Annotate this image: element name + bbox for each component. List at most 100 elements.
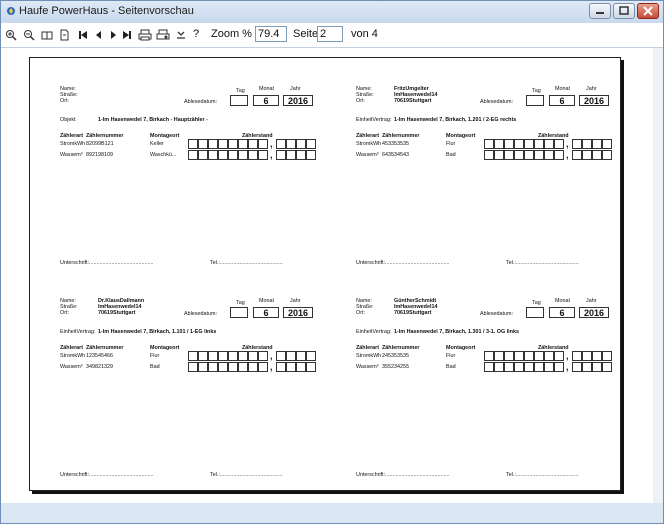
year-box[interactable]: 2016 bbox=[579, 307, 609, 318]
month-box[interactable]: 6 bbox=[253, 95, 279, 106]
zoom-input[interactable]: 79.4 bbox=[255, 26, 287, 42]
decimal-digit-box[interactable] bbox=[582, 362, 592, 372]
title-bar[interactable]: Haufe PowerHaus - Seitenvorschau bbox=[1, 1, 663, 23]
digit-box[interactable] bbox=[504, 150, 514, 160]
decimal-digit-box[interactable] bbox=[602, 351, 612, 361]
day-box[interactable] bbox=[230, 95, 248, 106]
digit-box[interactable] bbox=[228, 139, 238, 149]
digit-box[interactable] bbox=[188, 139, 198, 149]
digit-box[interactable] bbox=[228, 351, 238, 361]
decimal-digit-box[interactable] bbox=[276, 362, 286, 372]
decimal-digit-box[interactable] bbox=[296, 139, 306, 149]
decimal-digit-box[interactable] bbox=[592, 362, 602, 372]
digit-box[interactable] bbox=[504, 351, 514, 361]
maximize-button[interactable] bbox=[613, 3, 635, 19]
decimal-digit-box[interactable] bbox=[582, 351, 592, 361]
decimal-digit-box[interactable] bbox=[306, 150, 316, 160]
decimal-digit-box[interactable] bbox=[572, 351, 582, 361]
decimal-digit-box[interactable] bbox=[306, 139, 316, 149]
digit-box[interactable] bbox=[544, 362, 554, 372]
last-page-button[interactable] bbox=[121, 27, 133, 43]
digit-box[interactable] bbox=[248, 351, 258, 361]
digit-box[interactable] bbox=[524, 150, 534, 160]
digit-box[interactable] bbox=[494, 351, 504, 361]
first-page-button[interactable] bbox=[77, 27, 89, 43]
digit-box[interactable] bbox=[554, 362, 564, 372]
digit-box[interactable] bbox=[188, 150, 198, 160]
decimal-digit-box[interactable] bbox=[296, 362, 306, 372]
digit-box[interactable] bbox=[504, 362, 514, 372]
digit-box[interactable] bbox=[534, 139, 544, 149]
decimal-digit-box[interactable] bbox=[296, 150, 306, 160]
day-box[interactable] bbox=[526, 307, 544, 318]
digit-box[interactable] bbox=[208, 150, 218, 160]
digit-box[interactable] bbox=[544, 139, 554, 149]
digit-box[interactable] bbox=[248, 362, 258, 372]
decimal-digit-box[interactable] bbox=[276, 150, 286, 160]
close-button[interactable] bbox=[637, 3, 659, 19]
export-button[interactable] bbox=[175, 27, 187, 43]
decimal-digit-box[interactable] bbox=[286, 139, 296, 149]
minimize-button[interactable] bbox=[589, 3, 611, 19]
digit-box[interactable] bbox=[484, 150, 494, 160]
digit-box[interactable] bbox=[494, 139, 504, 149]
two-pages-button[interactable] bbox=[41, 27, 53, 43]
digit-box[interactable] bbox=[534, 351, 544, 361]
decimal-digit-box[interactable] bbox=[572, 139, 582, 149]
decimal-digit-box[interactable] bbox=[572, 362, 582, 372]
decimal-digit-box[interactable] bbox=[306, 362, 316, 372]
digit-box[interactable] bbox=[494, 362, 504, 372]
decimal-digit-box[interactable] bbox=[582, 139, 592, 149]
month-box[interactable]: 6 bbox=[253, 307, 279, 318]
digit-box[interactable] bbox=[514, 139, 524, 149]
page-input[interactable]: 2 bbox=[317, 26, 343, 42]
digit-box[interactable] bbox=[524, 362, 534, 372]
decimal-digit-box[interactable] bbox=[592, 139, 602, 149]
digit-box[interactable] bbox=[494, 150, 504, 160]
digit-box[interactable] bbox=[544, 351, 554, 361]
digit-box[interactable] bbox=[208, 139, 218, 149]
digit-box[interactable] bbox=[188, 351, 198, 361]
next-page-button[interactable] bbox=[107, 27, 119, 43]
digit-box[interactable] bbox=[198, 351, 208, 361]
digit-box[interactable] bbox=[544, 150, 554, 160]
decimal-digit-box[interactable] bbox=[602, 362, 612, 372]
digit-box[interactable] bbox=[188, 362, 198, 372]
digit-box[interactable] bbox=[218, 139, 228, 149]
digit-box[interactable] bbox=[534, 150, 544, 160]
decimal-digit-box[interactable] bbox=[286, 351, 296, 361]
single-page-button[interactable] bbox=[58, 27, 70, 43]
prev-page-button[interactable] bbox=[93, 27, 105, 43]
digit-box[interactable] bbox=[514, 150, 524, 160]
digit-box[interactable] bbox=[534, 362, 544, 372]
digit-box[interactable] bbox=[484, 362, 494, 372]
digit-box[interactable] bbox=[504, 139, 514, 149]
digit-box[interactable] bbox=[524, 351, 534, 361]
digit-box[interactable] bbox=[514, 362, 524, 372]
year-box[interactable]: 2016 bbox=[283, 307, 313, 318]
digit-box[interactable] bbox=[228, 150, 238, 160]
decimal-digit-box[interactable] bbox=[276, 351, 286, 361]
digit-box[interactable] bbox=[484, 139, 494, 149]
digit-box[interactable] bbox=[238, 351, 248, 361]
digit-box[interactable] bbox=[218, 362, 228, 372]
decimal-digit-box[interactable] bbox=[572, 150, 582, 160]
digit-box[interactable] bbox=[524, 139, 534, 149]
digit-box[interactable] bbox=[258, 139, 268, 149]
digit-box[interactable] bbox=[554, 139, 564, 149]
digit-box[interactable] bbox=[554, 351, 564, 361]
digit-box[interactable] bbox=[238, 150, 248, 160]
print-button[interactable] bbox=[138, 27, 152, 43]
decimal-digit-box[interactable] bbox=[276, 139, 286, 149]
decimal-digit-box[interactable] bbox=[306, 351, 316, 361]
help-button[interactable]: ? bbox=[193, 28, 199, 40]
digit-box[interactable] bbox=[484, 351, 494, 361]
digit-box[interactable] bbox=[218, 351, 228, 361]
digit-box[interactable] bbox=[198, 362, 208, 372]
day-box[interactable] bbox=[526, 95, 544, 106]
digit-box[interactable] bbox=[258, 351, 268, 361]
digit-box[interactable] bbox=[248, 139, 258, 149]
year-box[interactable]: 2016 bbox=[579, 95, 609, 106]
digit-box[interactable] bbox=[228, 362, 238, 372]
digit-box[interactable] bbox=[208, 362, 218, 372]
